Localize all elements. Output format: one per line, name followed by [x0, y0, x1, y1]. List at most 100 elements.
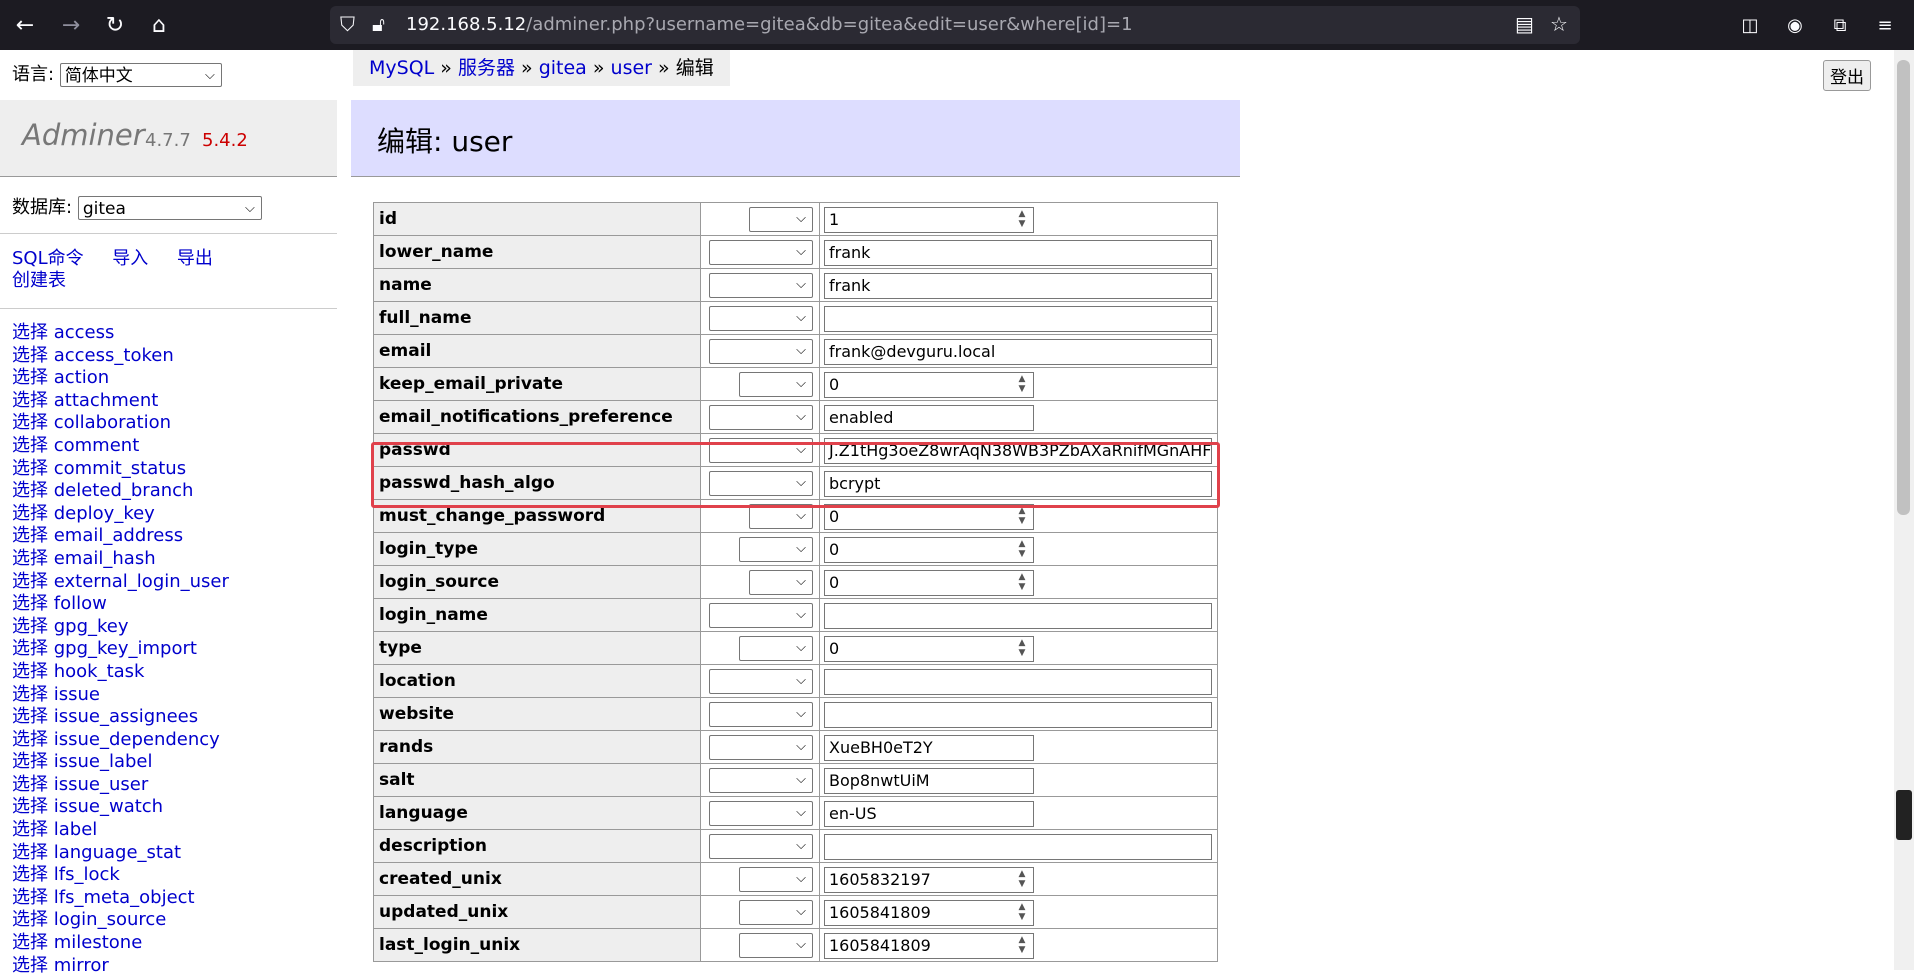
table-name-link[interactable]: gpg_key: [54, 616, 129, 637]
select-table-link[interactable]: 选择: [12, 887, 48, 908]
table-name-link[interactable]: attachment: [54, 390, 159, 411]
select-table-link[interactable]: 选择: [12, 842, 48, 863]
select-table-link[interactable]: 选择: [12, 571, 48, 592]
function-select[interactable]: ⌵: [709, 735, 813, 760]
value-input[interactable]: [824, 702, 1212, 728]
value-input[interactable]: 0 ▲ ▼: [824, 570, 1034, 596]
table-name-link[interactable]: deploy_key: [54, 503, 155, 524]
table-name-link[interactable]: issue_watch: [54, 796, 163, 817]
function-select[interactable]: ⌵: [739, 537, 813, 562]
table-name-link[interactable]: email_address: [54, 525, 183, 546]
value-input[interactable]: 1605832197 ▲ ▼: [824, 867, 1034, 893]
table-name-link[interactable]: mirror: [54, 955, 109, 976]
breadcrumb-db[interactable]: gitea: [539, 57, 587, 79]
table-name-link[interactable]: label: [54, 819, 98, 840]
select-table-link[interactable]: 选择: [12, 661, 48, 682]
table-name-link[interactable]: hook_task: [54, 661, 145, 682]
select-table-link[interactable]: 选择: [12, 638, 48, 659]
table-name-link[interactable]: comment: [54, 435, 140, 456]
select-table-link[interactable]: 选择: [12, 955, 48, 976]
function-select[interactable]: ⌵: [709, 801, 813, 826]
function-select[interactable]: ⌵: [709, 405, 813, 430]
home-icon[interactable]: ⌂: [144, 10, 174, 40]
shield-icon[interactable]: ⛉: [340, 12, 355, 36]
function-select[interactable]: ⌵: [709, 339, 813, 364]
value-input[interactable]: [824, 603, 1212, 629]
menu-icon[interactable]: ≡: [1870, 10, 1900, 40]
breadcrumb-table[interactable]: user: [611, 57, 652, 79]
import-link[interactable]: 导入: [112, 248, 148, 269]
table-name-link[interactable]: deleted_branch: [54, 480, 194, 501]
spinner-icon[interactable]: ▲ ▼: [1013, 572, 1031, 592]
table-name-link[interactable]: issue_user: [54, 774, 149, 795]
select-table-link[interactable]: 选择: [12, 616, 48, 637]
spinner-icon[interactable]: ▲ ▼: [1013, 869, 1031, 889]
select-table-link[interactable]: 选择: [12, 593, 48, 614]
function-select[interactable]: ⌵: [709, 273, 813, 298]
function-select[interactable]: ⌵: [709, 306, 813, 331]
table-name-link[interactable]: commit_status: [54, 458, 186, 479]
select-table-link[interactable]: 选择: [12, 932, 48, 953]
table-name-link[interactable]: email_hash: [54, 548, 156, 569]
table-name-link[interactable]: issue_dependency: [54, 729, 220, 750]
table-name-link[interactable]: follow: [54, 593, 107, 614]
function-select[interactable]: ⌵: [709, 768, 813, 793]
reload-icon[interactable]: ↻: [100, 10, 130, 40]
function-select[interactable]: ⌵: [739, 636, 813, 661]
table-name-link[interactable]: login_source: [54, 909, 167, 930]
function-select[interactable]: ⌵: [709, 702, 813, 727]
select-table-link[interactable]: 选择: [12, 390, 48, 411]
select-table-link[interactable]: 选择: [12, 345, 48, 366]
spinner-icon[interactable]: ▲ ▼: [1013, 374, 1031, 394]
value-input[interactable]: [824, 834, 1212, 860]
spinner-icon[interactable]: ▲ ▼: [1013, 902, 1031, 922]
database-select[interactable]: gitea ⌵: [77, 196, 262, 220]
breadcrumb-mysql[interactable]: MySQL: [369, 57, 434, 79]
select-table-link[interactable]: 选择: [12, 548, 48, 569]
select-table-link[interactable]: 选择: [12, 864, 48, 885]
select-table-link[interactable]: 选择: [12, 774, 48, 795]
select-table-link[interactable]: 选择: [12, 435, 48, 456]
function-select[interactable]: ⌵: [739, 372, 813, 397]
select-table-link[interactable]: 选择: [12, 729, 48, 750]
value-input[interactable]: en-US: [824, 801, 1034, 827]
function-select[interactable]: ⌵: [739, 900, 813, 925]
select-table-link[interactable]: 选择: [12, 819, 48, 840]
value-input[interactable]: enabled: [824, 405, 1034, 431]
table-name-link[interactable]: access_token: [54, 345, 174, 366]
spinner-icon[interactable]: ▲ ▼: [1013, 209, 1031, 229]
select-table-link[interactable]: 选择: [12, 525, 48, 546]
value-input[interactable]: 0 ▲ ▼: [824, 537, 1034, 563]
extensions-icon[interactable]: ⧉: [1825, 10, 1855, 40]
value-input[interactable]: 1605841809 ▲ ▼: [824, 900, 1034, 926]
select-table-link[interactable]: 选择: [12, 322, 48, 343]
spinner-icon[interactable]: ▲ ▼: [1013, 638, 1031, 658]
select-table-link[interactable]: 选择: [12, 412, 48, 433]
table-name-link[interactable]: language_stat: [54, 842, 181, 863]
spinner-icon[interactable]: ▲ ▼: [1013, 539, 1031, 559]
table-name-link[interactable]: issue: [54, 684, 100, 705]
select-table-link[interactable]: 选择: [12, 367, 48, 388]
function-select[interactable]: ⌵: [709, 834, 813, 859]
forward-icon[interactable]: →: [56, 10, 86, 40]
table-name-link[interactable]: access: [54, 322, 115, 343]
language-select[interactable]: 简体中文 ⌵: [59, 63, 222, 87]
select-table-link[interactable]: 选择: [12, 751, 48, 772]
pocket-icon[interactable]: ◫: [1735, 10, 1765, 40]
spinner-icon[interactable]: ▲ ▼: [1013, 935, 1031, 955]
value-input[interactable]: frank: [824, 240, 1212, 266]
value-input[interactable]: XueBH0eT2Y: [824, 735, 1034, 761]
select-table-link[interactable]: 选择: [12, 684, 48, 705]
scrollbar-thumb[interactable]: [1897, 60, 1910, 515]
function-select[interactable]: ⌵: [749, 570, 813, 595]
select-table-link[interactable]: 选择: [12, 480, 48, 501]
value-input[interactable]: [824, 669, 1212, 695]
function-select[interactable]: ⌵: [739, 867, 813, 892]
account-icon[interactable]: ◉: [1780, 10, 1810, 40]
value-input[interactable]: 0 ▲ ▼: [824, 636, 1034, 662]
table-name-link[interactable]: issue_assignees: [54, 706, 198, 727]
breadcrumb-server[interactable]: 服务器: [458, 57, 515, 79]
function-select[interactable]: ⌵: [709, 603, 813, 628]
spinner-icon[interactable]: ▲ ▼: [1013, 506, 1031, 526]
value-input[interactable]: frank@devguru.local: [824, 339, 1212, 365]
